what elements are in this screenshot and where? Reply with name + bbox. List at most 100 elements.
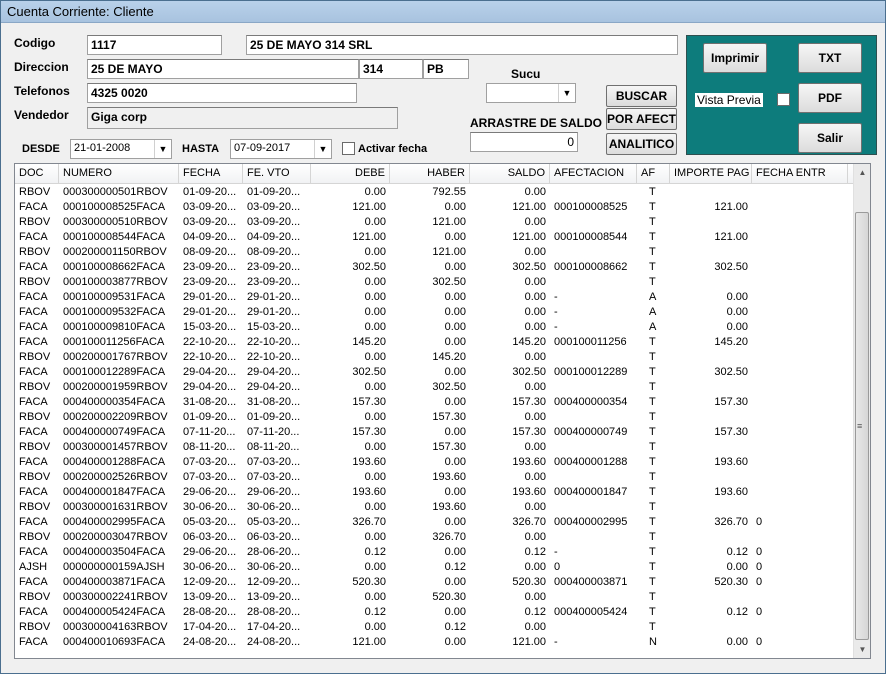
- scroll-up-icon[interactable]: ▲: [854, 164, 870, 181]
- direccion-calle-field[interactable]: 25 DE MAYO: [87, 59, 359, 79]
- imprimir-button[interactable]: Imprimir: [703, 43, 767, 73]
- table-row[interactable]: FACA 000400003504FACA 29-06-20... 28-06-20.…: [15, 545, 853, 560]
- telefonos-field[interactable]: 4325 0020: [87, 83, 357, 103]
- cell-fecha-entr: [752, 320, 848, 335]
- cell-fecha: 13-09-20...: [183, 591, 237, 603]
- sucu-select[interactable]: ▼: [486, 83, 576, 103]
- cliente-nombre-field[interactable]: 25 DE MAYO 314 SRL: [246, 35, 678, 55]
- txt-button[interactable]: TXT: [798, 43, 862, 73]
- cell-debe: 302.50: [352, 261, 386, 273]
- hasta-date-picker[interactable]: 07-09-2017 ▼: [230, 139, 332, 159]
- activar-fecha-checkbox[interactable]: [342, 142, 355, 155]
- table-row[interactable]: RBOV 000300001457RBOV 08-11-20... 08-11-20.…: [15, 440, 853, 455]
- cell-debe: 157.30: [352, 396, 386, 408]
- pdf-button[interactable]: PDF: [798, 83, 862, 113]
- table-row[interactable]: RBOV 000200001150RBOV 08-09-20... 08-09-20.…: [15, 245, 853, 260]
- table-row[interactable]: RBOV 000300002241RBOV 13-09-20... 13-09-20.…: [15, 590, 853, 605]
- cell-doc: FACA: [19, 636, 48, 648]
- column-header-af[interactable]: AF: [637, 164, 670, 184]
- table-row[interactable]: FACA 000100011256FACA 22-10-20... 22-10-20.…: [15, 335, 853, 350]
- column-header-fecha-entr[interactable]: FECHA ENTR: [752, 164, 848, 184]
- column-header-saldo[interactable]: SALDO: [470, 164, 550, 184]
- table-row[interactable]: RBOV 000300000510RBOV 03-09-20... 03-09-20.…: [15, 215, 853, 230]
- vista-previa-checkbox[interactable]: [777, 93, 790, 106]
- analitico-button[interactable]: ANALITICO: [606, 133, 677, 155]
- scroll-down-icon[interactable]: ▼: [854, 641, 870, 658]
- cell-afectacion: -: [554, 306, 558, 318]
- cell-debe: 0.00: [364, 591, 386, 603]
- table-row[interactable]: FACA 000100009810FACA 15-03-20... 15-03-20.…: [15, 320, 853, 335]
- column-header-importe-pag[interactable]: IMPORTE PAG: [670, 164, 752, 184]
- vendedor-field[interactable]: Giga corp: [87, 107, 398, 129]
- column-header-doc[interactable]: DOC: [15, 164, 59, 184]
- cell-numero: 000200002526RBOV: [63, 471, 168, 483]
- cell-haber: 302.50: [432, 276, 466, 288]
- buscar-button[interactable]: BUSCAR: [606, 85, 677, 107]
- table-row[interactable]: RBOV 000300004163RBOV 17-04-20... 17-04-20.…: [15, 620, 853, 635]
- salir-button[interactable]: Salir: [798, 123, 862, 153]
- table-row[interactable]: FACA 000100009532FACA 29-01-20... 29-01-20.…: [15, 305, 853, 320]
- table-row[interactable]: RBOV 000100003877RBOV 23-09-20... 23-09-20.…: [15, 275, 853, 290]
- table-row[interactable]: RBOV 000200002526RBOV 07-03-20... 07-03-20.…: [15, 470, 853, 485]
- table-row[interactable]: FACA 000400002995FACA 05-03-20... 05-03-20.…: [15, 515, 853, 530]
- table-row[interactable]: FACA 000400000749FACA 07-11-20... 07-11-20.…: [15, 425, 853, 440]
- table-row[interactable]: AJSH 000000000159AJSH 30-06-20... 30-06-20.…: [15, 560, 853, 575]
- cell-doc: RBOV: [19, 471, 51, 483]
- cell-doc: RBOV: [19, 276, 51, 288]
- cell-doc: RBOV: [19, 531, 51, 543]
- column-header-afectacion[interactable]: AFECTACION: [550, 164, 637, 184]
- cell-fecha-entr: [752, 500, 848, 515]
- arrastre-field[interactable]: 0: [470, 132, 578, 152]
- cell-fecha: 30-06-20...: [183, 501, 237, 513]
- cell-debe: 121.00: [352, 636, 386, 648]
- cell-saldo: 0.00: [524, 411, 546, 423]
- table-row[interactable]: FACA 000100008662FACA 23-09-20... 23-09-20.…: [15, 260, 853, 275]
- table-row[interactable]: FACA 000400010693FACA 24-08-20... 24-08-20.…: [15, 635, 853, 650]
- table-row[interactable]: FACA 000400001847FACA 29-06-20... 29-06-20.…: [15, 485, 853, 500]
- cell-debe: 193.60: [352, 456, 386, 468]
- por-afect-button[interactable]: POR AFECT: [606, 108, 677, 130]
- cell-fecha: 01-09-20...: [183, 186, 237, 198]
- column-header-fecha[interactable]: FECHA: [179, 164, 243, 184]
- cell-fecha-entr: [752, 185, 848, 200]
- title-bar[interactable]: Cuenta Corriente: Cliente: [1, 1, 885, 23]
- table-row[interactable]: FACA 000400001288FACA 07-03-20... 07-03-20.…: [15, 455, 853, 470]
- column-header-haber[interactable]: HABER: [390, 164, 470, 184]
- column-header-numero[interactable]: NUMERO: [59, 164, 179, 184]
- table-row[interactable]: FACA 000100008525FACA 03-09-20... 03-09-20.…: [15, 200, 853, 215]
- cell-doc: RBOV: [19, 186, 51, 198]
- table-row[interactable]: FACA 000100012289FACA 29-04-20... 29-04-20.…: [15, 365, 853, 380]
- chevron-down-icon[interactable]: ▼: [558, 84, 575, 102]
- vertical-scrollbar[interactable]: ▲ ≡ ▼: [853, 164, 870, 658]
- cell-numero: 000100003877RBOV: [63, 276, 168, 288]
- table-row[interactable]: FACA 000400000354FACA 31-08-20... 31-08-20.…: [15, 395, 853, 410]
- cell-haber: 145.20: [432, 351, 466, 363]
- direccion-numero-field[interactable]: 314: [359, 59, 423, 79]
- cell-debe: 121.00: [352, 231, 386, 243]
- table-row[interactable]: RBOV 000200001959RBOV 29-04-20... 29-04-20.…: [15, 380, 853, 395]
- direccion-piso-field[interactable]: PB: [423, 59, 469, 79]
- table-row[interactable]: FACA 000100009531FACA 29-01-20... 29-01-20.…: [15, 290, 853, 305]
- table-row[interactable]: FACA 000400005424FACA 28-08-20... 28-08-20.…: [15, 605, 853, 620]
- cell-doc: RBOV: [19, 591, 51, 603]
- table-row[interactable]: RBOV 000200002209RBOV 01-09-20... 01-09-20.…: [15, 410, 853, 425]
- table-row[interactable]: FACA 000100008544FACA 04-09-20... 04-09-20.…: [15, 230, 853, 245]
- chevron-down-icon[interactable]: ▼: [314, 140, 331, 158]
- cuenta-corriente-grid[interactable]: DOC NUMERO FECHA FE. VTO DEBE HABER SALDO AFECT…: [14, 163, 871, 659]
- cell-importe-pag: 157.30: [714, 396, 748, 408]
- desde-date-picker[interactable]: 21-01-2008 ▼: [70, 139, 172, 159]
- table-row[interactable]: RBOV 000300001631RBOV 30-06-20... 30-06-20.…: [15, 500, 853, 515]
- cell-afectacion: 000100008662: [554, 261, 628, 273]
- table-row[interactable]: FACA 000400003871FACA 12-09-20... 12-09-20.…: [15, 575, 853, 590]
- codigo-field[interactable]: 1117: [87, 35, 222, 55]
- table-row[interactable]: RBOV 000200001767RBOV 22-10-20... 22-10-20.…: [15, 350, 853, 365]
- column-header-fe-vto[interactable]: FE. VTO: [243, 164, 311, 184]
- cell-afectacion: [550, 530, 637, 545]
- table-row[interactable]: RBOV 000300000501RBOV 01-09-20... 01-09-20.…: [15, 185, 853, 200]
- chevron-down-icon[interactable]: ▼: [154, 140, 171, 158]
- table-row[interactable]: RBOV 000200003047RBOV 06-03-20... 06-03-20.…: [15, 530, 853, 545]
- cell-af: T: [649, 201, 656, 213]
- cell-afectacion: 0: [554, 561, 561, 573]
- column-header-debe[interactable]: DEBE: [311, 164, 390, 184]
- cell-fecha: 15-03-20...: [183, 321, 237, 333]
